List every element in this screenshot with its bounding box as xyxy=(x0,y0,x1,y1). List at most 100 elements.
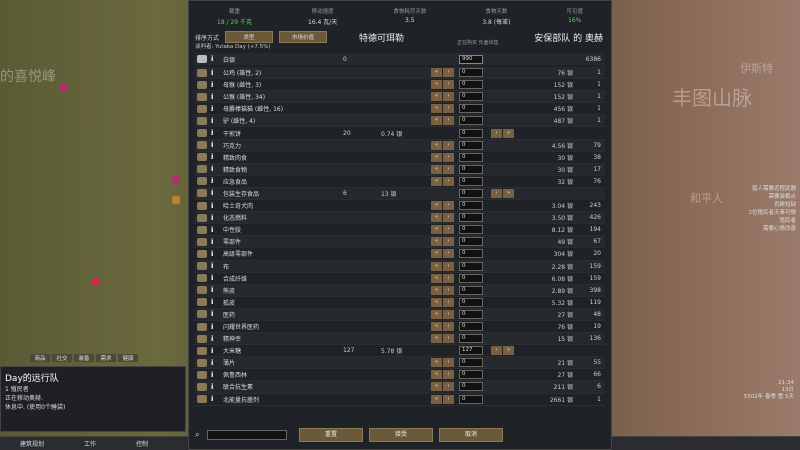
arrow-left-all[interactable]: « xyxy=(431,92,442,102)
arrow-left-all[interactable]: « xyxy=(431,261,442,271)
info-icon[interactable]: i xyxy=(211,189,219,197)
arrow-left[interactable]: ‹ xyxy=(443,382,454,392)
info-icon[interactable]: i xyxy=(211,153,219,161)
arrow-right[interactable]: › xyxy=(491,188,502,198)
arrow-left-all[interactable]: « xyxy=(431,140,442,150)
arrow-left-all[interactable]: « xyxy=(431,68,442,78)
tab-architect[interactable]: 建筑规划 xyxy=(0,439,64,448)
arrow-left-all[interactable]: « xyxy=(431,358,442,368)
settlement-marker[interactable] xyxy=(172,176,180,184)
arrow-left[interactable]: ‹ xyxy=(443,80,454,90)
arrow-left[interactable]: ‹ xyxy=(443,201,454,211)
info-icon[interactable]: i xyxy=(211,383,219,391)
settlement-marker[interactable] xyxy=(92,278,100,286)
trade-amount-input[interactable]: 0 xyxy=(459,309,483,319)
alert[interactable]: 农耕短缺 xyxy=(749,201,796,209)
arrow-right-all[interactable]: » xyxy=(503,128,514,138)
info-icon[interactable]: i xyxy=(211,105,219,113)
trade-amount-input[interactable]: 0 xyxy=(459,188,483,198)
arrow-left[interactable]: ‹ xyxy=(443,309,454,319)
info-icon[interactable]: i xyxy=(211,286,219,294)
reset-button[interactable]: 重置 xyxy=(299,428,363,442)
tab-work[interactable]: 工作 xyxy=(64,439,116,448)
trade-amount-input[interactable]: 0 xyxy=(459,322,483,332)
arrow-left-all[interactable]: « xyxy=(431,225,442,235)
info-icon[interactable]: i xyxy=(211,55,219,63)
alert[interactable]: 需要心情改善 xyxy=(749,225,796,233)
trade-amount-input[interactable]: 0 xyxy=(459,334,483,344)
info-icon[interactable]: i xyxy=(211,238,219,246)
trade-amount-input[interactable]: 0 xyxy=(459,285,483,295)
settlement-marker[interactable] xyxy=(60,84,68,92)
arrow-left[interactable]: ‹ xyxy=(443,152,454,162)
info-icon[interactable]: i xyxy=(211,69,219,77)
cancel-button[interactable]: 取消 xyxy=(439,428,503,442)
arrow-left-all[interactable]: « xyxy=(431,237,442,247)
trade-amount-input[interactable]: 0 xyxy=(459,273,483,283)
info-icon[interactable]: i xyxy=(211,359,219,367)
arrow-right[interactable]: › xyxy=(491,346,502,356)
trade-amount-input[interactable]: 0 xyxy=(459,152,483,162)
arrow-left[interactable]: ‹ xyxy=(443,334,454,344)
trade-amount-input[interactable]: 0 xyxy=(459,92,483,102)
trade-amount-input[interactable]: 0 xyxy=(459,104,483,114)
tab-needs[interactable]: 需求 xyxy=(96,354,116,362)
arrow-left-all[interactable]: « xyxy=(431,370,442,380)
arrow-left[interactable]: ‹ xyxy=(443,140,454,150)
arrow-left[interactable]: ‹ xyxy=(443,237,454,247)
trade-amount-input[interactable]: 0 xyxy=(459,249,483,259)
info-icon[interactable]: i xyxy=(211,129,219,137)
arrow-left-all[interactable]: « xyxy=(431,213,442,223)
arrow-left-all[interactable]: « xyxy=(431,297,442,307)
arrow-left-all[interactable]: « xyxy=(431,394,442,404)
info-icon[interactable]: i xyxy=(211,310,219,318)
arrow-left-all[interactable]: « xyxy=(431,152,442,162)
alert[interactable]: 猎人需要近程武器 xyxy=(749,185,796,193)
info-icon[interactable]: i xyxy=(211,298,219,306)
arrow-left[interactable]: ‹ xyxy=(443,116,454,126)
arrow-left[interactable]: ‹ xyxy=(443,249,454,259)
arrow-left-all[interactable]: « xyxy=(431,176,442,186)
trade-amount-input[interactable]: 0 xyxy=(459,68,483,78)
info-icon[interactable]: i xyxy=(211,347,219,355)
info-icon[interactable]: i xyxy=(211,335,219,343)
arrow-left-all[interactable]: « xyxy=(431,322,442,332)
arrow-left[interactable]: ‹ xyxy=(443,322,454,332)
info-icon[interactable]: i xyxy=(211,117,219,125)
arrow-left-all[interactable]: « xyxy=(431,273,442,283)
info-icon[interactable]: i xyxy=(211,141,219,149)
trade-amount-input[interactable]: 0 xyxy=(459,116,483,126)
arrow-left[interactable]: ‹ xyxy=(443,92,454,102)
trade-amount-input[interactable]: 0 xyxy=(459,201,483,211)
info-icon[interactable]: i xyxy=(211,274,219,282)
arrow-left[interactable]: ‹ xyxy=(443,261,454,271)
info-icon[interactable]: i xyxy=(211,202,219,210)
arrow-left-all[interactable]: « xyxy=(431,285,442,295)
arrow-left[interactable]: ‹ xyxy=(443,285,454,295)
arrow-left[interactable]: ‹ xyxy=(443,273,454,283)
trade-amount-input[interactable]: 0 xyxy=(459,382,483,392)
arrow-left[interactable]: ‹ xyxy=(443,176,454,186)
caravan-marker[interactable] xyxy=(172,196,180,204)
info-icon[interactable]: i xyxy=(211,262,219,270)
info-icon[interactable]: i xyxy=(211,250,219,258)
tab-health[interactable]: 健康 xyxy=(118,354,138,362)
info-icon[interactable]: i xyxy=(211,226,219,234)
trade-amount-input[interactable]: 0 xyxy=(459,213,483,223)
trade-amount-input[interactable]: 0 xyxy=(459,394,483,404)
trade-amount-input[interactable]: 0 xyxy=(459,164,483,174)
arrow-left-all[interactable]: « xyxy=(431,249,442,259)
alert[interactable]: 需要装载点 xyxy=(749,193,796,201)
arrow-left[interactable]: ‹ xyxy=(443,297,454,307)
tab-control[interactable]: 控制 xyxy=(116,439,168,448)
arrow-left-all[interactable]: « xyxy=(431,164,442,174)
tab-gear[interactable]: 装备 xyxy=(74,354,94,362)
arrow-left[interactable]: ‹ xyxy=(443,225,454,235)
arrow-left[interactable]: ‹ xyxy=(443,358,454,368)
arrow-right[interactable]: › xyxy=(491,128,502,138)
arrow-left[interactable]: ‹ xyxy=(443,394,454,404)
accept-button[interactable]: 接受 xyxy=(369,428,433,442)
arrow-left-all[interactable]: « xyxy=(431,382,442,392)
arrow-left-all[interactable]: « xyxy=(431,309,442,319)
tab-social[interactable]: 社交 xyxy=(52,354,72,362)
